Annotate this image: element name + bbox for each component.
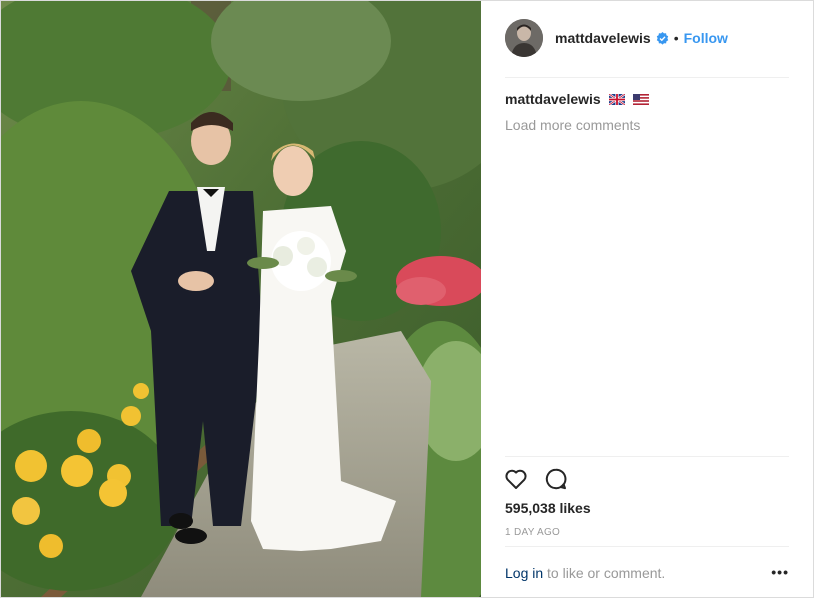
wedding-photo-image	[1, 1, 481, 597]
login-prompt-text: to like or comment.	[543, 565, 666, 581]
load-more-comments-link[interactable]: Load more comments	[505, 117, 640, 133]
actions-divider	[505, 456, 789, 457]
post-caption: mattdavelewis	[505, 91, 649, 107]
follow-button[interactable]: Follow	[684, 30, 728, 46]
verified-badge-icon	[656, 31, 669, 45]
more-options-icon[interactable]: •••	[771, 564, 789, 580]
header-divider	[505, 77, 789, 78]
comment-icon[interactable]	[544, 467, 568, 491]
avatar-image	[505, 19, 543, 57]
us-flag-icon	[632, 92, 649, 105]
post-header: mattdavelewis • Follow	[505, 18, 789, 58]
header-separator: •	[673, 30, 679, 46]
uk-flag-icon	[607, 92, 626, 106]
avatar[interactable]	[505, 19, 543, 57]
likes-count[interactable]: 595,038 likes	[505, 500, 591, 516]
heart-icon[interactable]	[504, 467, 528, 491]
post-actions	[504, 467, 568, 491]
footer-divider	[505, 546, 789, 547]
post-modal: mattdavelewis • Follow mattdavelewis Loa…	[0, 0, 814, 598]
login-link[interactable]: Log in	[505, 565, 543, 581]
caption-username[interactable]: mattdavelewis	[505, 91, 601, 107]
login-prompt: Log in to like or comment.	[505, 565, 665, 581]
post-timestamp: 1 DAY AGO	[505, 527, 561, 538]
post-side-panel: mattdavelewis • Follow mattdavelewis Loa…	[481, 1, 813, 597]
header-username[interactable]: mattdavelewis	[555, 30, 651, 46]
post-photo[interactable]	[1, 1, 481, 597]
